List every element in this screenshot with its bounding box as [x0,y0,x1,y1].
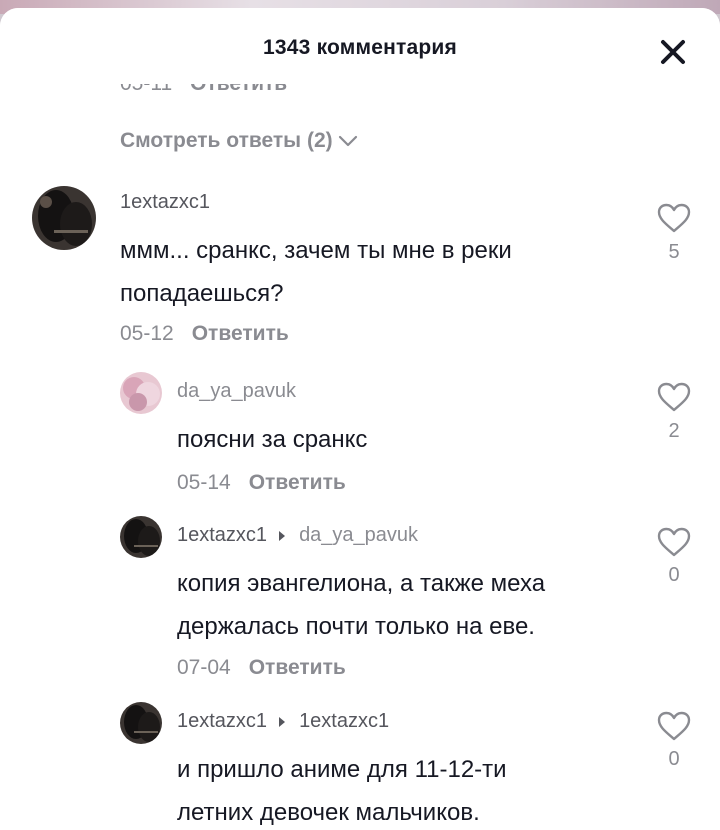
heart-outline-icon[interactable] [656,202,692,234]
reply-button[interactable]: Ответить [249,471,346,494]
avatar[interactable] [32,186,96,250]
view-replies-button[interactable]: Смотреть ответы (2) [120,129,359,153]
reply-to-username[interactable]: 1extazxc1 [299,710,389,733]
reply-button[interactable]: Ответить [192,322,289,345]
comments-sheet: 1343 комментария 05-11 Ответить Смотреть … [0,8,720,830]
comment-meta: 05-12 Ответить [120,322,289,346]
comment-text-line: ммм... сранкс, зачем ты мне в реки [120,237,512,264]
like-count: 5 [668,241,680,263]
avatar[interactable] [120,702,162,744]
close-icon [661,40,685,64]
like-count: 0 [668,564,680,586]
reply-button[interactable]: Ответить [190,84,287,95]
comment-username[interactable]: da_ya_pavuk [177,380,296,403]
comment-text-line: летних девочек мальчиков. [177,799,480,826]
reply-button[interactable]: Ответить [249,656,346,679]
comments-count-title: 1343 комментария [263,36,457,59]
comment-meta: 07-04 Ответить [177,656,346,680]
previous-comment-meta: 05-11 Ответить [120,84,520,104]
comment-date: 05-11 [120,84,172,95]
comment-text-line: и пришло аниме для 11-12-ти [177,756,507,783]
comment-username[interactable]: 1extazxc1 da_ya_pavuk [177,524,418,547]
comment-date: 05-12 [120,322,174,345]
like-count: 2 [668,420,680,442]
chevron-down-icon [338,135,357,147]
heart-outline-icon[interactable] [656,381,692,413]
comment-text-line: держалась почти только на еве. [177,613,535,640]
heart-outline-icon[interactable] [656,710,692,742]
caret-right-icon [279,530,286,541]
comment-date: 05-14 [177,471,231,494]
comment-date: 07-04 [177,656,231,679]
close-button[interactable] [656,35,690,69]
reply-to-username[interactable]: da_ya_pavuk [299,524,418,547]
comment-username[interactable]: 1extazxc1 [120,191,210,214]
like-count: 0 [668,748,680,770]
caret-right-icon [279,716,286,727]
avatar[interactable] [120,372,162,414]
comment-text-line: поясни за сранкс [177,426,368,453]
comment-username[interactable]: 1extazxc1 1extazxc1 [177,710,389,733]
comment-meta: 05-14 Ответить [177,471,346,495]
comments-header: 1343 комментария [0,8,720,78]
view-replies-label: Смотреть ответы (2) [120,129,333,152]
heart-outline-icon[interactable] [656,526,692,558]
avatar[interactable] [120,516,162,558]
comment-text-line: копия эвангелиона, а также меха [177,570,546,597]
comment-text-line: попадаешься? [120,280,284,307]
